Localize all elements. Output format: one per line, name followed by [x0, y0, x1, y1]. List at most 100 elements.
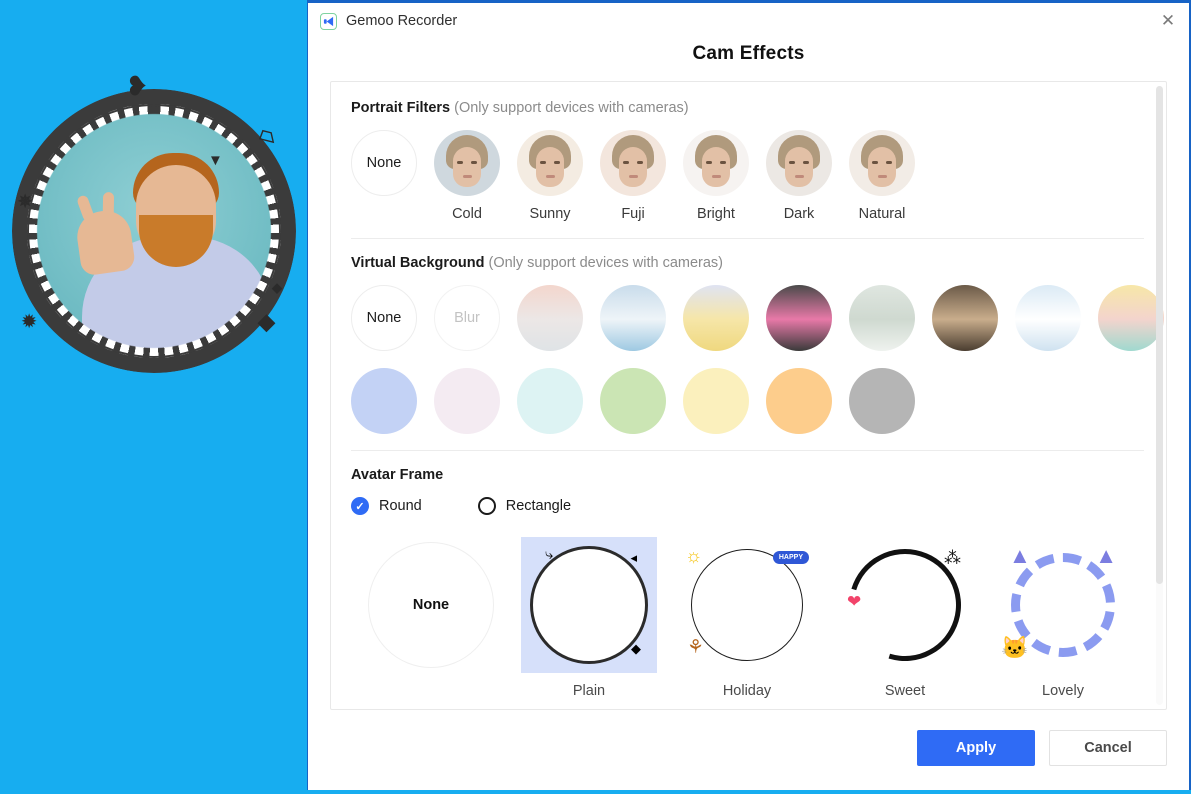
doodle-sparkle-icon: ✹ [22, 312, 37, 331]
frame-none-circle: None [368, 542, 494, 668]
frame-holiday-circle [691, 549, 803, 661]
bg-color-green[interactable] [600, 368, 666, 434]
frame-holiday[interactable]: ☼ HAPPY ⚘ Holiday [679, 537, 815, 699]
bg-bookshelf-thumb [932, 285, 998, 351]
avatar-frame-title: Avatar Frame [351, 467, 1144, 483]
frame-none[interactable]: None [363, 537, 499, 699]
sun-icon: ☼ [685, 546, 703, 567]
portrait-filter-label: Dark [783, 206, 815, 222]
bg-snow-mountain[interactable] [1015, 285, 1081, 351]
portrait-filter-natural[interactable]: Natural [849, 130, 915, 222]
portrait-filters-row: None Cold Sunny Fuji Bright Dark Natural [351, 130, 1144, 222]
doodle-small-diamond-icon: ◆ [272, 280, 282, 295]
portrait-filter-label: Natural [858, 206, 906, 222]
bg-sunset-beach-image [517, 285, 583, 351]
frame-lovely-preview: ▲ ▲ 🐱 [995, 537, 1131, 673]
doodle-diamond-icon: ◆ [258, 309, 275, 334]
frame-lovely[interactable]: ▲ ▲ 🐱 Lovely [995, 537, 1131, 700]
radio-rectangle-icon[interactable] [477, 497, 496, 515]
bg-color-orange-thumb [766, 368, 832, 434]
portrait-filter-sunny[interactable]: Sunny [517, 130, 583, 222]
webcam-preview: ❥ ✵ ✹ ◆ ◆ ⏢ ▼ [8, 73, 300, 377]
sparkle-lines-icon: ⁂ [944, 548, 961, 567]
avatar-shape-round[interactable]: ✓ Round [351, 497, 422, 515]
close-icon[interactable]: ✕ [1153, 6, 1183, 36]
doodle-heart-icon: ❥ [126, 71, 148, 101]
frame-sweet[interactable]: ❤ ⁂ Sweet [829, 529, 981, 699]
bg-color-gray[interactable] [849, 368, 915, 434]
bg-ocean[interactable] [600, 285, 666, 351]
bg-lamp-wall[interactable] [849, 285, 915, 351]
portrait-filter-none-thumb: None [351, 130, 417, 196]
doodle-flag-icon: ◂ [630, 550, 637, 565]
bg-bookshelf[interactable] [932, 285, 998, 351]
bg-color-cream[interactable] [683, 368, 749, 434]
bg-none[interactable]: None [351, 285, 417, 351]
virtual-background-title: Virtual Background (Only support devices… [351, 255, 1144, 271]
cam-effects-dialog: Gemoo Recorder ✕ Cam Effects Portrait Fi… [307, 0, 1191, 790]
portrait-filter-thumb [517, 130, 583, 196]
scrollbar-thumb[interactable] [1156, 86, 1163, 584]
bg-color-pink-thumb [434, 368, 500, 434]
portrait-filter-fuji[interactable]: Fuji [600, 130, 666, 222]
apply-button[interactable]: Apply [917, 730, 1035, 766]
bg-color-pink[interactable] [434, 368, 500, 434]
portrait-filters-title: Portrait Filters (Only support devices w… [351, 100, 1144, 116]
cat-icon: 🐱 [1001, 635, 1029, 660]
portrait-filter-label: Bright [697, 206, 735, 222]
cat-ear-left-icon: ▲ [1009, 543, 1031, 568]
bg-abstract-art-thumb [1098, 285, 1164, 351]
frame-sweet-label: Sweet [884, 683, 926, 699]
bg-color-periwinkle-thumb [351, 368, 417, 434]
portrait-filter-thumb [849, 130, 915, 196]
bg-snow-mountain-thumb [1015, 285, 1081, 351]
page-title: Cam Effects [692, 43, 805, 64]
avatar-frame-options: None ⤷ ◂ ◆ Plain ☼ HAPPY ⚘ Holiday ❤ ⁂ Sweet ▲ ▲ 🐱 Love… [351, 529, 1144, 700]
bg-sunset-beach-thumb [517, 285, 583, 351]
bg-yellow-leaves[interactable] [683, 285, 749, 351]
portrait-filter-cold[interactable]: Cold [434, 130, 500, 222]
bg-color-green-thumb [600, 368, 666, 434]
bg-sunset-beach[interactable] [517, 285, 583, 351]
check-icon: ✓ [355, 500, 365, 513]
bg-abstract-art[interactable] [1098, 285, 1164, 351]
bg-color-periwinkle[interactable] [351, 368, 417, 434]
bg-none-thumb: None [351, 285, 417, 351]
virtual-background-hint: (Only support devices with cameras) [488, 255, 724, 271]
divider-1 [351, 238, 1144, 239]
face-preview-dark [766, 130, 832, 196]
bg-yellow-leaves-thumb [683, 285, 749, 351]
bg-lamp-wall-image [849, 285, 915, 351]
bg-color-aqua-thumb [517, 368, 583, 434]
plain-frame-ring [12, 89, 296, 373]
avatar-shape-rectangle[interactable]: Rectangle [477, 497, 572, 515]
bg-yellow-leaves-image [683, 285, 749, 351]
frame-plain[interactable]: ⤷ ◂ ◆ Plain [521, 537, 657, 699]
doodle-diamond-icon: ◆ [631, 641, 641, 656]
doodle-star-icon: ✵ [18, 192, 33, 211]
bg-color-aqua[interactable] [517, 368, 583, 434]
cancel-button[interactable]: Cancel [1049, 730, 1167, 766]
bg-ocean-thumb [600, 285, 666, 351]
virtual-background-row-2 [351, 368, 1144, 434]
bg-blur[interactable]: Blur [434, 285, 500, 351]
bg-snow-mountain-image [1015, 285, 1081, 351]
doodle-swirl-icon: ⤷ [545, 546, 554, 563]
bg-color-orange[interactable] [766, 368, 832, 434]
portrait-filter-dark[interactable]: Dark [766, 130, 832, 222]
portrait-filter-thumb [434, 130, 500, 196]
avatar-frame-label: Avatar Frame [351, 467, 444, 483]
divider-2 [351, 450, 1144, 451]
doodle-triangle-icon: ▼ [208, 152, 223, 169]
avatar-shape-label: Rectangle [505, 498, 572, 514]
portrait-filter-none[interactable]: None [351, 130, 417, 222]
frame-lovely-label: Lovely [1042, 683, 1084, 699]
radio-round-icon[interactable]: ✓ [351, 497, 369, 515]
settings-content-card: Portrait Filters (Only support devices w… [330, 81, 1167, 710]
portrait-filter-label: Fuji [621, 206, 645, 222]
portrait-filter-bright[interactable]: Bright [683, 130, 749, 222]
dialog-footer: Apply Cancel [308, 710, 1189, 790]
avatar-shape-label: Round [379, 498, 422, 514]
bg-mushrooms[interactable] [766, 285, 832, 351]
portrait-filters-hint: (Only support devices with cameras) [454, 100, 689, 116]
